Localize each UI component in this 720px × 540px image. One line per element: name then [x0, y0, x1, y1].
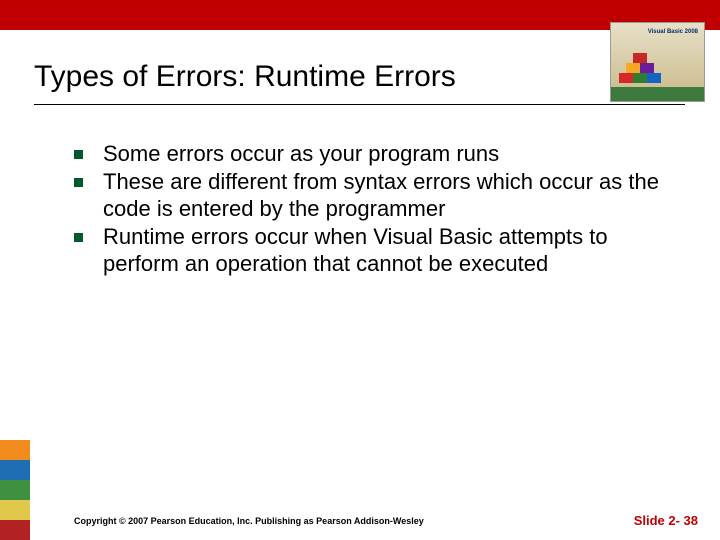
side-color-stripes [0, 440, 30, 540]
copyright-text: Copyright © 2007 Pearson Education, Inc.… [74, 516, 424, 526]
bullet-text: Runtime errors occur when Visual Basic a… [103, 223, 664, 278]
book-logo-text: Visual Basic 2008 [648, 29, 698, 36]
bullet-square-icon [74, 233, 83, 242]
bullet-item: Some errors occur as your program runs [74, 140, 664, 168]
bullet-item: These are different from syntax errors w… [74, 168, 664, 223]
bullet-text: These are different from syntax errors w… [103, 168, 664, 223]
slide-title: Types of Errors: Runtime Errors [34, 60, 456, 94]
bullet-item: Runtime errors occur when Visual Basic a… [74, 223, 664, 278]
bullet-text: Some errors occur as your program runs [103, 140, 664, 168]
slide-number: Slide 2- 38 [634, 513, 698, 528]
bullet-square-icon [74, 150, 83, 159]
book-cover-image: Visual Basic 2008 [610, 22, 705, 102]
bullet-list: Some errors occur as your program runs T… [74, 140, 664, 278]
bullet-square-icon [74, 178, 83, 187]
title-underline [34, 104, 685, 105]
